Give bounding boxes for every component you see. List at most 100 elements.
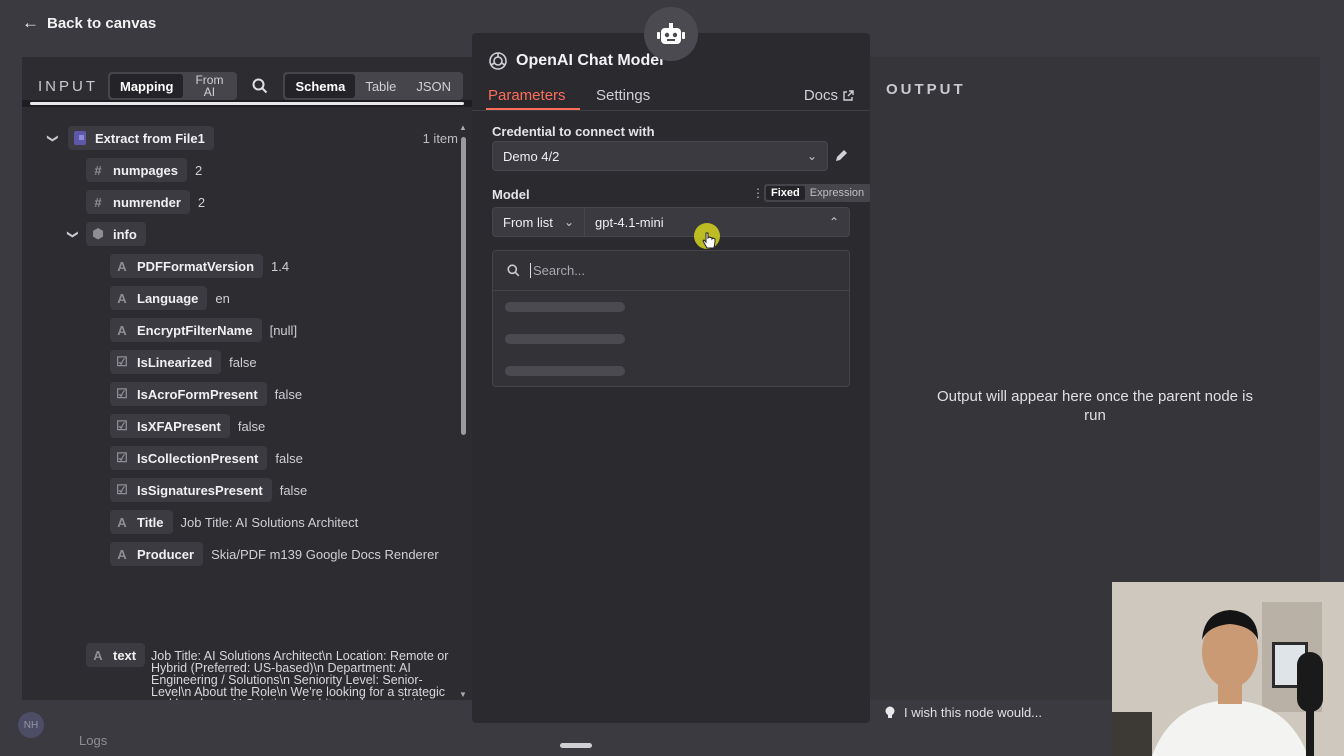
- field-pill[interactable]: ☑ IsSignaturesPresent: [110, 478, 272, 502]
- field-value: 2: [195, 162, 203, 178]
- external-link-icon: [843, 89, 854, 101]
- field-pill[interactable]: A Language: [110, 286, 208, 310]
- field-pill[interactable]: ⬢ info: [86, 222, 146, 246]
- mapping-mode-toggle: Mapping From AI: [108, 72, 238, 100]
- field-pill[interactable]: # numrender: [86, 190, 190, 214]
- field-value: 2: [197, 194, 206, 210]
- node-title: OpenAI Chat Model: [488, 51, 664, 71]
- checkbox-icon: ☑: [116, 450, 128, 465]
- tree-root-row[interactable]: ❯ Extract from File1 1 item: [46, 126, 458, 150]
- root-node-label: Extract from File1: [95, 130, 205, 146]
- credential-select[interactable]: Demo 4/2 ⌄: [492, 141, 828, 171]
- field-pill[interactable]: A text: [86, 643, 146, 667]
- input-panel: INPUT Mapping From AI Schema Table JSON …: [22, 57, 472, 700]
- webcam-overlay: [1112, 582, 1344, 756]
- json-option[interactable]: JSON: [406, 74, 461, 98]
- field-value: Skia/PDF m139 Google Docs Renderer: [211, 546, 439, 562]
- from-ai-option[interactable]: From AI: [183, 74, 235, 98]
- field-row[interactable]: # numrender 2: [86, 190, 205, 214]
- field-name: numpages: [113, 162, 179, 178]
- node-settings-panel: OpenAI Chat Model Parameters Settings Do…: [472, 33, 872, 723]
- string-type-icon: A: [93, 647, 103, 663]
- schema-option[interactable]: Schema: [285, 74, 356, 98]
- avatar[interactable]: NH: [18, 712, 44, 738]
- tab-settings[interactable]: Settings: [596, 87, 650, 104]
- field-row[interactable]: A Producer Skia/PDF m139 Google Docs Rende…: [110, 542, 439, 566]
- text-field-row[interactable]: A text: [86, 643, 146, 667]
- chevron-down-icon[interactable]: ❯: [47, 131, 60, 145]
- file-icon: [74, 131, 86, 145]
- field-pill[interactable]: A Title: [110, 510, 173, 534]
- docs-link[interactable]: Docs: [804, 87, 854, 104]
- scrollbar-thumb[interactable]: [30, 102, 464, 105]
- node-tabs: Parameters Settings Docs: [472, 83, 870, 111]
- chevron-down-icon[interactable]: ❯: [67, 227, 80, 241]
- field-row[interactable]: A PDFFormatVersion 1.4: [110, 254, 289, 278]
- field-row[interactable]: ☑ IsSignaturesPresent false: [110, 478, 307, 502]
- fixed-expression-toggle: ⋮ Fixed Expression: [752, 184, 872, 202]
- field-value: false: [237, 418, 266, 434]
- back-to-canvas-link[interactable]: ← Back to canvas: [22, 13, 156, 33]
- pencil-icon[interactable]: [834, 148, 849, 163]
- field-value: en: [215, 290, 230, 306]
- feedback-link[interactable]: I wish this node would...: [884, 705, 1042, 720]
- resize-handle[interactable]: [560, 743, 592, 748]
- node-title-label[interactable]: OpenAI Chat Model: [516, 52, 664, 70]
- field-pill[interactable]: ☑ IsCollectionPresent: [110, 446, 268, 470]
- output-title: OUTPUT: [886, 81, 966, 98]
- feedback-label: I wish this node would...: [904, 705, 1043, 720]
- field-name: IsCollectionPresent: [137, 450, 259, 466]
- field-pill[interactable]: # numpages: [86, 158, 188, 182]
- field-pill[interactable]: ☑ IsLinearized: [110, 350, 222, 374]
- openai-icon: [489, 52, 507, 70]
- field-row[interactable]: ☑ IsLinearized false: [110, 350, 257, 374]
- scroll-down-icon[interactable]: ▼: [459, 690, 467, 699]
- field-pill[interactable]: ☑ IsXFAPresent: [110, 414, 230, 438]
- loading-skeleton: [505, 302, 625, 312]
- scroll-up-icon[interactable]: ▲: [459, 123, 467, 132]
- field-value: false: [279, 482, 308, 498]
- model-source-select[interactable]: From list ⌄: [492, 207, 585, 237]
- field-pill[interactable]: A EncryptFilterName: [110, 318, 262, 342]
- output-empty-message: Output will appear here once the parent …: [936, 388, 1254, 424]
- field-row[interactable]: ☑ IsXFAPresent false: [110, 414, 265, 438]
- checkbox-icon: ☑: [116, 386, 128, 401]
- chevron-down-icon: ⌄: [806, 149, 817, 163]
- field-row[interactable]: A Title Job Title: AI Solutions Architect: [110, 510, 358, 534]
- field-row[interactable]: ☑ IsAcroFormPresent false: [110, 382, 302, 406]
- checkbox-icon: ☑: [116, 354, 128, 369]
- field-row[interactable]: ☑ IsCollectionPresent false: [110, 446, 303, 470]
- field-name: Title: [137, 514, 164, 530]
- vertical-scrollbar[interactable]: ▲ ▼: [459, 123, 469, 699]
- search-button[interactable]: [243, 72, 277, 100]
- mapping-option[interactable]: Mapping: [110, 74, 184, 98]
- field-pill[interactable]: A PDFFormatVersion: [110, 254, 264, 278]
- search-icon: [507, 264, 520, 277]
- checkbox-icon: ☑: [116, 418, 128, 433]
- expression-option[interactable]: Expression: [805, 186, 869, 200]
- model-search-input[interactable]: [530, 263, 820, 278]
- item-count: 1 item: [422, 130, 458, 146]
- scrollbar-thumb[interactable]: [461, 137, 466, 435]
- field-row[interactable]: A Language en: [110, 286, 230, 310]
- root-node-pill[interactable]: Extract from File1: [68, 126, 214, 150]
- field-row[interactable]: # numpages 2: [86, 158, 202, 182]
- logs-toggle[interactable]: Logs: [79, 733, 107, 748]
- field-pill[interactable]: ☑ IsAcroFormPresent: [110, 382, 267, 406]
- more-options-icon[interactable]: ⋮: [752, 186, 764, 200]
- table-option[interactable]: Table: [355, 74, 406, 98]
- field-row[interactable]: ❯ ⬢ info: [66, 222, 146, 246]
- field-name: Language: [137, 290, 199, 306]
- field-name: IsLinearized: [137, 354, 213, 370]
- field-row[interactable]: A EncryptFilterName [null]: [110, 318, 297, 342]
- tab-parameters[interactable]: Parameters: [488, 87, 566, 104]
- model-search: [493, 251, 849, 291]
- robot-icon: [644, 7, 698, 61]
- arrow-left-icon: ←: [22, 13, 39, 32]
- field-name: text: [113, 647, 137, 663]
- horizontal-scrollbar[interactable]: [22, 100, 472, 107]
- fixed-option[interactable]: Fixed: [766, 186, 805, 200]
- credential-label: Credential to connect with: [492, 124, 655, 139]
- field-value: false: [275, 450, 303, 466]
- field-pill[interactable]: A Producer: [110, 542, 204, 566]
